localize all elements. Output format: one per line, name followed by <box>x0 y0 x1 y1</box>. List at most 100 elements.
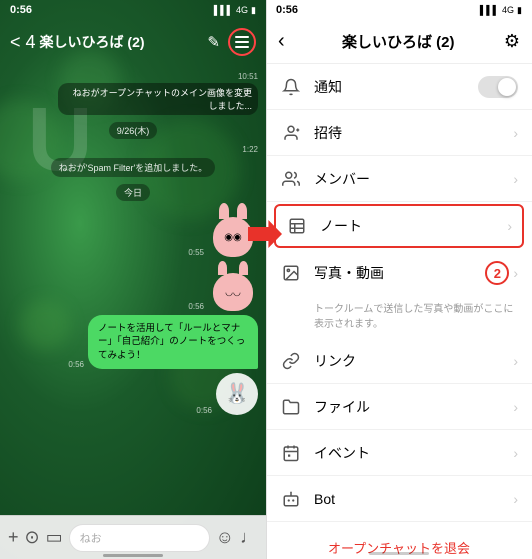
settings-item-photos-group: 写真・動画 2 › トークルームで送信した写真や動画がここに表示されます。 <box>266 250 532 338</box>
input-bar-left: + ⊙ ▭ ねお ☺ ♩ <box>0 515 266 559</box>
left-panel: U 0:56 ▌▌▌ 4G ▮ < 4 楽しいひろば (2) ✎ 10:51 ね… <box>0 0 266 559</box>
bot-chevron: › <box>513 491 518 507</box>
settings-item-bot[interactable]: Bot › <box>266 476 532 522</box>
emoji-icon[interactable]: ☺ <box>216 527 234 548</box>
bunny-ear-left-2 <box>218 261 227 275</box>
battery-icon-right: ▮ <box>517 5 522 16</box>
bunny-body-1: ◉◉ <box>213 217 253 257</box>
home-bar-left <box>103 554 163 557</box>
green-bubble-row: 0:56 ノートを活用して「ルールとマナー」「自己紹介」のノートをつくってみよう… <box>8 315 258 369</box>
sticker-time-1: 0:55 <box>188 248 204 257</box>
settings-item-notes[interactable]: ノート › <box>274 204 524 248</box>
status-icons-right: ▌▌▌ 4G ▮ <box>480 5 522 16</box>
network-type-right: 4G <box>502 5 514 15</box>
settings-item-notification[interactable]: 通知 <box>266 64 532 110</box>
header-right: ‹ 楽しいひろば (2) ⚙ <box>266 20 532 64</box>
notification-toggle[interactable] <box>478 76 518 98</box>
date-text-1: 9/26(木) <box>109 122 158 139</box>
settings-item-members[interactable]: メンバー › <box>266 156 532 202</box>
invite-chevron: › <box>513 125 518 141</box>
sys-msg-bubble-1: ねおがオープンチャットのメイン画像を変更しました... <box>58 83 258 115</box>
status-bar-right: 0:56 ▌▌▌ 4G ▮ <box>266 0 532 20</box>
events-label: イベント <box>314 443 513 463</box>
settings-item-links[interactable]: リンク › <box>266 338 532 384</box>
settings-item-invite[interactable]: 招待 › <box>266 110 532 156</box>
links-chevron: › <box>513 353 518 369</box>
status-icons-left: ▌▌▌ 4G ▮ <box>214 5 256 16</box>
photos-icon <box>280 262 302 284</box>
bunny-face-2: ◡◡ <box>225 287 241 298</box>
bubble-time: 0:56 <box>68 360 84 369</box>
photos-badge: 2 <box>485 261 509 285</box>
home-bar-right <box>369 552 429 555</box>
events-chevron: › <box>513 445 518 461</box>
gear-button[interactable]: ⚙ <box>504 31 520 52</box>
chat-input-field[interactable]: ねお <box>69 524 210 552</box>
status-bar-left: 0:56 ▌▌▌ 4G ▮ <box>0 0 266 20</box>
invite-icon <box>280 122 302 144</box>
status-time-right: 0:56 <box>276 4 298 16</box>
photos-label: 写真・動画 <box>314 263 477 283</box>
toggle-thumb <box>498 78 516 96</box>
settings-item-events[interactable]: イベント › <box>266 430 532 476</box>
invite-label: 招待 <box>314 123 513 143</box>
sticker-2: ◡◡ <box>208 261 258 311</box>
notes-label: ノート <box>320 216 507 236</box>
files-chevron: › <box>513 399 518 415</box>
photos-chevron: › <box>513 265 518 281</box>
sticker-3: 🐰 <box>216 373 258 415</box>
settings-item-photos[interactable]: 写真・動画 2 › <box>266 250 532 296</box>
chat-bubble-green: ノートを活用して「ルールとマナー」「自己紹介」のノートをつくってみよう！ <box>88 315 258 369</box>
bot-label: Bot <box>314 491 513 507</box>
photos-subtext: トークルームで送信した写真や動画がここに表示されます。 <box>266 296 532 338</box>
settings-item-files[interactable]: ファイル › <box>266 384 532 430</box>
header-left: < 4 楽しいひろば (2) ✎ <box>0 20 266 64</box>
photo-icon[interactable]: ▭ <box>46 527 63 548</box>
bunny-body-2: ◡◡ <box>213 273 253 311</box>
date-divider-1: 9/26(木) <box>8 121 258 139</box>
files-icon <box>280 396 302 418</box>
members-icon <box>280 168 302 190</box>
events-icon <box>280 442 302 464</box>
signal-icon-right: ▌▌▌ <box>480 5 499 15</box>
files-label: ファイル <box>314 397 513 417</box>
notes-icon <box>286 215 308 237</box>
system-msg-2: 1:22 <box>8 145 258 154</box>
hamburger-line-2 <box>235 41 249 43</box>
bunny-ear-right-2 <box>239 261 248 275</box>
chat-area: 10:51 ねおがオープンチャットのメイン画像を変更しました... 9/26(木… <box>0 64 266 515</box>
sys-time-2: 1:22 <box>8 145 258 154</box>
sticker-time-2: 0:56 <box>188 302 204 311</box>
battery-icon-left: ▮ <box>251 5 256 16</box>
links-label: リンク <box>314 351 513 371</box>
back-button-right[interactable]: ‹ <box>278 30 285 53</box>
bunny-ear-left-1 <box>219 203 229 219</box>
pencil-icon[interactable]: ✎ <box>207 33 220 51</box>
bot-icon <box>280 488 302 510</box>
mic-icon[interactable]: ♩ <box>240 527 258 548</box>
network-type-left: 4G <box>236 5 248 15</box>
sticker-row-1: 0:55 ◉◉ <box>8 207 258 257</box>
links-icon <box>280 350 302 372</box>
arrow-container <box>248 220 282 248</box>
today-divider: 今日 <box>8 183 258 201</box>
system-msg-1: 10:51 ねおがオープンチャットのメイン画像を変更しました... <box>8 72 258 115</box>
bunny-face-1: ◉◉ <box>224 232 241 243</box>
notification-icon <box>280 76 302 98</box>
members-label: メンバー <box>314 169 513 189</box>
status-time-left: 0:56 <box>10 4 32 16</box>
right-panel: 0:56 ▌▌▌ 4G ▮ ‹ 楽しいひろば (2) ⚙ 通知 <box>266 0 532 559</box>
plus-icon[interactable]: + <box>8 527 19 548</box>
sticker-row-2: 0:56 ◡◡ <box>8 261 258 311</box>
bunny-ear-right-1 <box>237 203 247 219</box>
back-button-left[interactable]: < 4 <box>10 32 36 53</box>
sys-time-1: 10:51 <box>8 72 258 81</box>
back-label-left: < 4 <box>10 32 36 53</box>
notification-label: 通知 <box>314 77 478 97</box>
system-center-msg: ねおが'Spam Filter'を追加しました。 <box>8 158 258 177</box>
hamburger-line-3 <box>235 46 249 48</box>
camera-icon[interactable]: ⊙ <box>25 527 40 548</box>
right-arrow-icon <box>248 220 282 248</box>
hamburger-menu-button[interactable] <box>228 28 256 56</box>
today-text: 今日 <box>116 184 150 201</box>
